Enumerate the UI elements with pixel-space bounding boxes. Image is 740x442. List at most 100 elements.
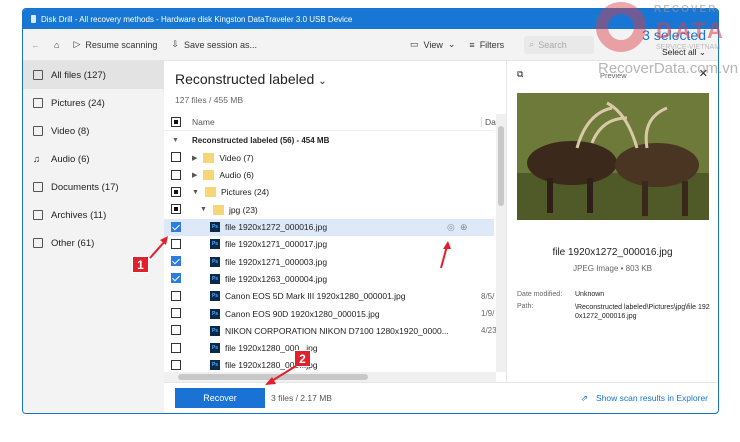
vertical-scrollbar[interactable] — [496, 114, 506, 372]
row-checkbox[interactable] — [171, 290, 181, 301]
sidebar-item-audio[interactable]: ♫ Audio (6) — [23, 145, 164, 173]
folder-row[interactable]: ▼ Pictures (24) — [164, 184, 494, 201]
expand-icon[interactable]: ▼ — [200, 206, 207, 213]
row-name: Canon EOS 90D 1920x1280_000015.jpg — [225, 308, 380, 319]
filters-icon: ≡ — [469, 39, 475, 50]
image-file-icon: Ps — [210, 343, 220, 354]
column-name[interactable]: Name — [192, 117, 215, 127]
folder-icon — [203, 152, 215, 163]
sidebar-item-pictures[interactable]: Pictures (24) — [23, 89, 164, 117]
table-row[interactable]: Ps Canon EOS 90D 1920x1280_000015.jpg 1/9/ — [164, 305, 494, 322]
row-checkbox[interactable] — [171, 273, 181, 284]
select-all-checkbox[interactable] — [171, 117, 181, 127]
table-row[interactable]: Ps file 1920x1271_000003.jpg — [164, 253, 494, 270]
row-name: Video (7) — [219, 152, 254, 163]
image-file-icon: Ps — [210, 325, 220, 336]
row-checkbox[interactable] — [171, 308, 181, 318]
sidebar-item-video[interactable]: Video (8) — [23, 117, 164, 145]
row-checkbox[interactable] — [171, 204, 181, 215]
table-row[interactable]: Ps file 1920x1280_000...jpg — [164, 340, 494, 357]
sidebar-item-documents[interactable]: Documents (17) — [23, 173, 164, 201]
folder-row[interactable]: ▶ Video (7) — [164, 149, 494, 166]
file-count: 127 files / 455 MB — [175, 95, 244, 105]
expand-icon[interactable]: ▶ — [192, 171, 197, 179]
home-icon[interactable]: ⌂ — [54, 40, 59, 50]
row-name: file 1920x1271_000003.jpg — [225, 256, 328, 267]
back-icon[interactable]: ← — [31, 40, 40, 50]
archive-icon — [33, 210, 43, 220]
sidebar-label: All files (127) — [51, 69, 106, 81]
copy-icon[interactable]: ⧉ — [517, 69, 523, 80]
search-icon: ⌕ — [529, 39, 535, 49]
preview-eye-icon[interactable]: ◎ — [447, 222, 455, 233]
row-name: NIKON CORPORATION NIKON D7100 1280x1920_… — [225, 325, 449, 336]
row-checkbox[interactable] — [171, 186, 181, 197]
recover-row-icon[interactable]: ⊕ — [460, 222, 468, 233]
folder-row[interactable]: ▶ Audio (6) — [164, 167, 494, 184]
page-title[interactable]: Reconstructed labeled ⌄ — [175, 71, 327, 87]
filters-button[interactable]: ≡ Filters — [469, 40, 504, 50]
row-checkbox[interactable] — [171, 238, 181, 249]
filters-label: Filters — [479, 39, 505, 50]
row-checkbox[interactable] — [171, 359, 181, 370]
folder-row[interactable]: ▼ jpg (23) — [164, 201, 494, 218]
sidebar-item-other[interactable]: Other (61) — [23, 229, 164, 257]
folder-icon — [204, 187, 216, 198]
save-session-button[interactable]: ⇩ Save session as... — [171, 39, 257, 50]
group-row[interactable]: ▼ Reconstructed labeled (56) - 454 MB — [164, 132, 494, 149]
image-file-icon: Ps — [210, 308, 220, 319]
play-icon: ▷ — [73, 39, 81, 49]
table-row[interactable]: Ps Canon EOS 5D Mark III 1920x1280_000001… — [164, 288, 494, 305]
path-value: \Reconstructed labeled\Pictures\jpg\file… — [575, 304, 710, 320]
table-row[interactable]: Ps file 1920x1272_000016.jpg ◎ ⊕ — [164, 218, 494, 236]
row-name: jpg (23) — [228, 204, 258, 215]
expand-icon[interactable]: ▼ — [192, 189, 199, 196]
row-checkbox[interactable] — [171, 342, 181, 353]
view-button[interactable]: ▭ View ⌄ — [410, 39, 455, 50]
path-label: Path: — [517, 303, 534, 310]
collapse-icon[interactable]: ▼ — [172, 137, 179, 144]
row-date: 1/9/ — [481, 309, 495, 318]
preview-label: Preview — [600, 71, 627, 80]
recover-button[interactable]: Recover — [175, 388, 265, 408]
horizontal-scrollbar[interactable] — [164, 372, 496, 382]
folder-icon — [203, 170, 215, 181]
select-all-label: Select all — [662, 47, 697, 57]
scroll-thumb[interactable] — [178, 374, 368, 380]
row-name: Reconstructed labeled (56) - 454 MB — [192, 136, 330, 145]
row-checkbox[interactable] — [171, 152, 181, 163]
table-row[interactable]: Ps file 1920x1271_000017.jpg — [164, 236, 494, 253]
sidebar-item-archives[interactable]: Archives (11) — [23, 201, 164, 229]
search-input[interactable]: ⌕ Search — [524, 35, 595, 54]
select-all-button[interactable]: Select all ⌄ — [662, 47, 706, 58]
date-value: Unknown — [575, 291, 605, 298]
image-file-icon: Ps — [210, 256, 220, 267]
view-label: View — [423, 39, 443, 50]
file-table: Name Date ▼ Reconstructed labeled (56) - … — [164, 114, 506, 382]
sidebar-item-all-files[interactable]: All files (127) — [23, 61, 164, 89]
scroll-thumb[interactable] — [498, 126, 504, 206]
table-row[interactable]: Ps NIKON CORPORATION NIKON D7100 1280x192… — [164, 322, 497, 339]
row-name: file 1920x1263_000004.jpg — [225, 273, 328, 284]
row-checkbox[interactable] — [171, 169, 181, 180]
row-checkbox[interactable] — [171, 325, 181, 336]
row-name: file 1920x1272_000016.jpg — [225, 222, 328, 232]
image-file-icon: Ps — [210, 273, 220, 284]
row-checkbox[interactable] — [171, 221, 181, 232]
show-in-explorer-link[interactable]: ⇗ Show scan results in Explorer — [581, 393, 708, 404]
sidebar-label: Video (8) — [51, 125, 90, 137]
folder-icon: ▭ — [410, 39, 419, 49]
annotation-badge-2: 2 — [294, 350, 311, 367]
close-icon[interactable]: ✕ — [699, 67, 708, 80]
expand-icon[interactable]: ▶ — [192, 154, 197, 162]
row-checkbox[interactable] — [171, 256, 181, 267]
picture-icon — [33, 98, 43, 108]
preview-filename: file 1920x1272_000016.jpg — [552, 247, 673, 258]
image-file-icon: Ps — [210, 222, 220, 232]
table-row[interactable]: Ps file 1920x1263_000004.jpg — [164, 270, 494, 287]
document-icon — [33, 182, 43, 192]
resume-label: Resume scanning — [85, 39, 158, 50]
resume-scanning-button[interactable]: ▷ Resume scanning — [73, 39, 157, 50]
sidebar-label: Audio (6) — [51, 153, 90, 165]
toolbar: ← ⌂ ▷ Resume scanning ⇩ Save session as...… — [23, 29, 718, 61]
